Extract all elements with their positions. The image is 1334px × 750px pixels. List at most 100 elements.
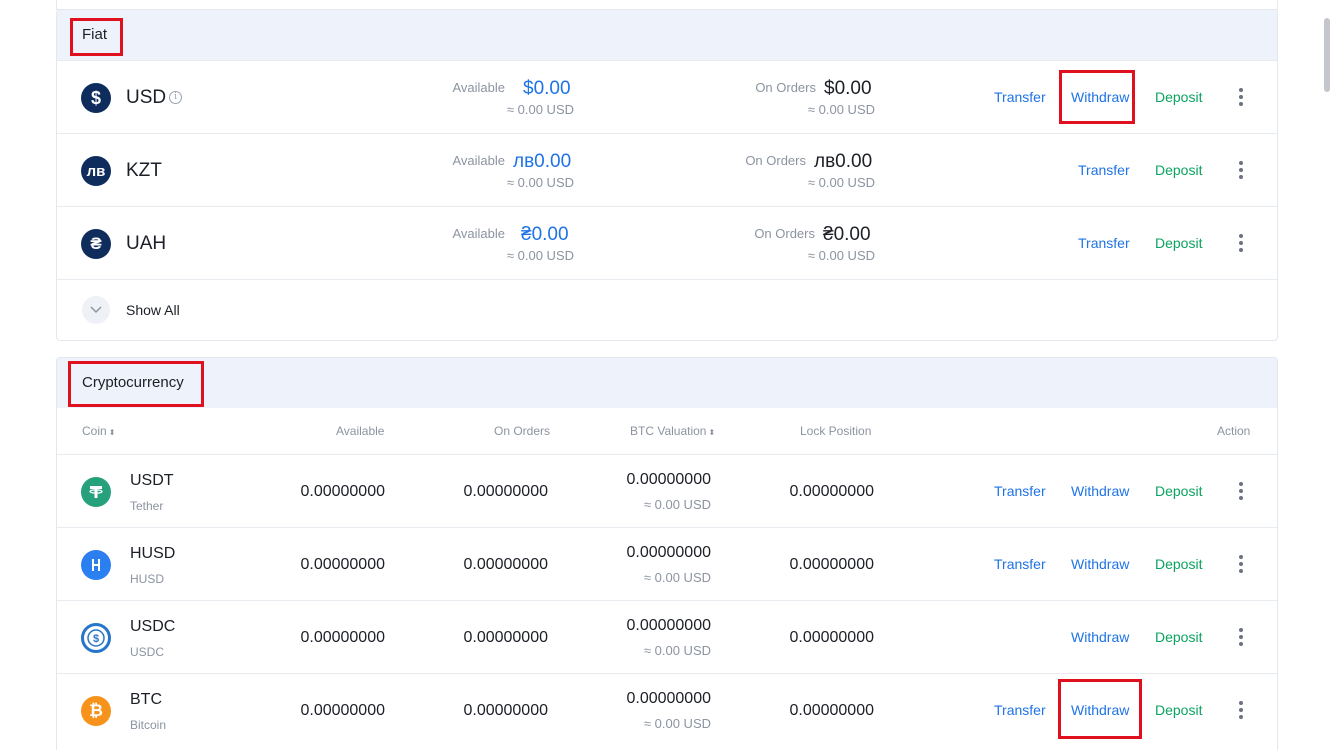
fiat-code-label: UAH <box>126 233 167 254</box>
on-orders-usd: ≈ 0.00 USD <box>807 175 875 190</box>
deposit-button[interactable]: Deposit <box>1155 89 1202 105</box>
coin-name: HUSD <box>130 572 165 586</box>
transfer-button[interactable]: Transfer <box>994 89 1046 105</box>
col-lock-position: Lock Position <box>800 424 872 438</box>
show-all-button[interactable]: Show All <box>126 302 180 318</box>
available-label: Available <box>452 80 505 95</box>
deposit-button[interactable]: Deposit <box>1155 235 1202 251</box>
sort-icon: ⬍ <box>708 428 716 437</box>
col-btc-valuation-label: BTC Valuation <box>630 424 707 438</box>
available-usd: ≈ 0.00 USD <box>506 248 574 263</box>
deposit-button[interactable]: Deposit <box>1155 483 1202 499</box>
coin-code: USDT <box>130 472 174 489</box>
withdraw-button[interactable]: Withdraw <box>1071 629 1129 645</box>
col-available: Available <box>336 424 385 438</box>
fiat-section: Fiat $ USD i Available $0.00 ≈ 0.00 USD O… <box>56 9 1278 341</box>
on-orders-value: 0.00000000 <box>463 702 548 719</box>
btc-valuation-value: 0.00000000 <box>626 617 711 634</box>
svg-text:$: $ <box>93 633 99 645</box>
dollar-icon: $ <box>81 83 111 113</box>
usdc-icon: $ <box>81 623 111 653</box>
on-orders-value: 0.00000000 <box>463 629 548 646</box>
withdraw-button[interactable]: Withdraw <box>1071 556 1129 572</box>
more-options-icon[interactable] <box>1239 555 1243 573</box>
more-options-icon[interactable] <box>1239 628 1243 646</box>
btc-valuation-usd: ≈ 0.00 USD <box>643 497 711 512</box>
fiat-code-label: KZT <box>126 160 162 181</box>
on-orders-value: $0.00 <box>824 78 872 99</box>
on-orders-value: 0.00000000 <box>463 556 548 573</box>
col-action: Action <box>1217 424 1251 438</box>
on-orders-usd: ≈ 0.00 USD <box>807 102 875 117</box>
tenge-icon: лв <box>81 156 111 186</box>
crypto-header: Cryptocurrency <box>57 358 1277 408</box>
crypto-row-husd: HUSD HUSD 0.00000000 0.00000000 0.000000… <box>57 527 1277 600</box>
on-orders-label: On Orders <box>754 226 815 241</box>
husd-icon <box>81 550 111 580</box>
lock-position-value: 0.00000000 <box>789 702 874 719</box>
available-label: Available <box>452 153 505 168</box>
on-orders-value: лв0.00 <box>814 151 873 172</box>
available-value: ₴0.00 <box>521 224 569 245</box>
withdraw-button[interactable]: Withdraw <box>1071 483 1129 499</box>
fiat-row-uah: ₴ UAH Available ₴0.00 ≈ 0.00 USD On Orde… <box>57 206 1277 279</box>
col-coin[interactable]: Coin ⬍ <box>82 424 115 438</box>
deposit-button[interactable]: Deposit <box>1155 702 1202 718</box>
coin-code: BTC <box>130 691 162 708</box>
btc-valuation-value: 0.00000000 <box>626 544 711 561</box>
transfer-button[interactable]: Transfer <box>1078 162 1130 178</box>
available-value: 0.00000000 <box>300 702 385 719</box>
deposit-button[interactable]: Deposit <box>1155 162 1202 178</box>
hryvnia-icon: ₴ <box>81 229 111 259</box>
sort-icon: ⬍ <box>108 428 116 437</box>
info-icon[interactable]: i <box>169 91 183 105</box>
deposit-button[interactable]: Deposit <box>1155 556 1202 572</box>
fiat-row-kzt: лв KZT Available лв0.00 ≈ 0.00 USD On Or… <box>57 133 1277 206</box>
available-value: 0.00000000 <box>300 629 385 646</box>
chevron-down-icon[interactable] <box>82 296 110 324</box>
highlight-box-usd-withdraw <box>1059 70 1135 124</box>
btc-valuation-usd: ≈ 0.00 USD <box>643 570 711 585</box>
deposit-button[interactable]: Deposit <box>1155 629 1202 645</box>
on-orders-value: 0.00000000 <box>463 483 548 500</box>
available-usd: ≈ 0.00 USD <box>506 102 574 117</box>
crypto-row-usdc: $ USDC USDC 0.00000000 0.00000000 0.0000… <box>57 600 1277 673</box>
coin-name: USDC <box>130 645 165 659</box>
scrollbar-thumb[interactable] <box>1324 18 1330 92</box>
fiat-code: USD i <box>126 87 183 109</box>
on-orders-value: ₴0.00 <box>823 224 871 245</box>
more-options-icon[interactable] <box>1239 161 1243 179</box>
more-options-icon[interactable] <box>1239 482 1243 500</box>
transfer-button[interactable]: Transfer <box>1078 235 1130 251</box>
available-value: лв0.00 <box>513 151 572 172</box>
col-coin-label: Coin <box>82 424 107 438</box>
transfer-button[interactable]: Transfer <box>994 556 1046 572</box>
lock-position-value: 0.00000000 <box>789 556 874 573</box>
transfer-button[interactable]: Transfer <box>994 702 1046 718</box>
col-on-orders: On Orders <box>494 424 551 438</box>
btc-valuation-usd: ≈ 0.00 USD <box>643 643 711 658</box>
tether-icon <box>81 477 111 507</box>
on-orders-label: On Orders <box>755 80 816 95</box>
coin-name: Tether <box>130 499 164 513</box>
highlight-box-fiat <box>70 18 123 56</box>
coin-code: HUSD <box>130 545 176 562</box>
more-options-icon[interactable] <box>1239 234 1243 252</box>
coin-code: USDC <box>130 618 176 635</box>
btc-valuation-usd: ≈ 0.00 USD <box>643 716 711 731</box>
available-value: 0.00000000 <box>300 556 385 573</box>
available-usd: ≈ 0.00 USD <box>506 175 574 190</box>
more-options-icon[interactable] <box>1239 88 1243 106</box>
on-orders-usd: ≈ 0.00 USD <box>807 248 875 263</box>
btc-valuation-value: 0.00000000 <box>626 690 711 707</box>
btc-valuation-value: 0.00000000 <box>626 471 711 488</box>
transfer-button[interactable]: Transfer <box>994 483 1046 499</box>
coin-name: Bitcoin <box>130 718 167 732</box>
available-value: $0.00 <box>523 78 571 99</box>
fiat-code-label: USD <box>126 87 167 108</box>
on-orders-label: On Orders <box>745 153 806 168</box>
more-options-icon[interactable] <box>1239 701 1243 719</box>
show-all-row[interactable]: Show All <box>57 279 1277 340</box>
col-btc-valuation[interactable]: BTC Valuation ⬍ <box>630 424 715 438</box>
lock-position-value: 0.00000000 <box>789 629 874 646</box>
